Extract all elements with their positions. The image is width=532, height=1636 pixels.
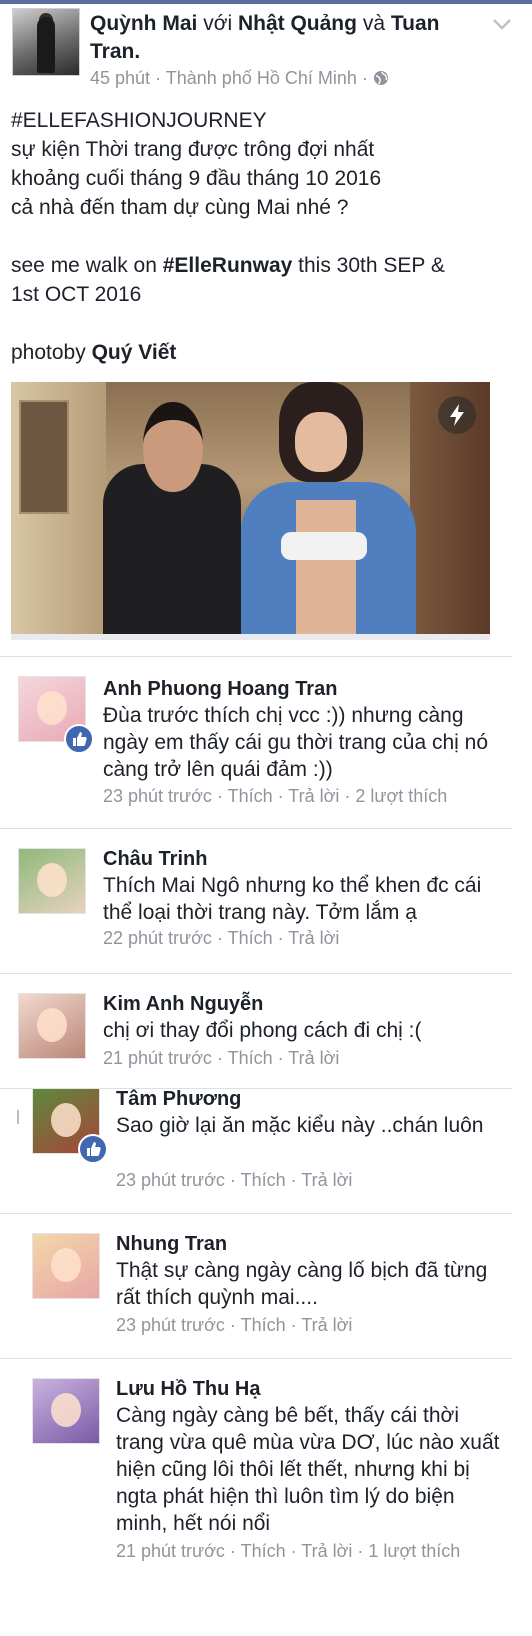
post-meta: 45 phút · Thành phố Hồ Chí Minh · <box>90 68 389 89</box>
scroll-marker <box>17 1110 19 1124</box>
runway-line-2: 1st OCT 2016 <box>11 283 142 306</box>
photo-credit-line: photoby Quý Viết <box>11 341 177 364</box>
meta-dot: · <box>211 928 228 948</box>
runway-line: see me walk on #ElleRunway this 30th SEP… <box>11 254 445 277</box>
meta-dot: · <box>211 1048 228 1068</box>
author-line: Quỳnh Mai với Nhật Quảng và Tuan Tran. <box>90 10 480 66</box>
meta-dot: · <box>285 1315 302 1335</box>
comment-meta: 23 phút trước · Thích · Trả lời <box>116 1170 352 1191</box>
top-border <box>0 0 532 4</box>
post-time[interactable]: 45 phút <box>90 68 150 88</box>
meta-dot: · <box>224 1541 241 1561</box>
like-count[interactable]: 1 lượt thích <box>368 1541 460 1561</box>
like-count[interactable]: 2 lượt thích <box>355 786 447 806</box>
comment-meta: 23 phút trước · Thích · Trả lời · 2 lượt… <box>103 786 447 807</box>
reply-link[interactable]: Trả lời <box>288 928 339 948</box>
divider <box>0 1358 512 1359</box>
comment-text: Đùa trước thích chị vcc :)) nhưng càng n… <box>103 704 488 781</box>
commenter-avatar[interactable] <box>32 1233 100 1299</box>
meta-dot: · <box>285 1170 302 1190</box>
divider <box>0 973 512 974</box>
and-word: và <box>362 12 385 35</box>
lightning-icon[interactable] <box>438 396 476 434</box>
comment-text: Thích Mai Ngô nhưng ko thể khen đc cái t… <box>103 874 482 924</box>
photo-credit[interactable]: Quý Viết <box>92 341 177 364</box>
photo-footer <box>11 634 490 640</box>
meta-dot: · <box>211 786 228 806</box>
globe-icon <box>373 68 389 88</box>
comment-meta: 21 phút trước · Thích · Trả lời <box>103 1048 339 1069</box>
meta-dot: · <box>352 1541 369 1561</box>
comment-time[interactable]: 23 phút trước <box>116 1315 225 1335</box>
comment-time[interactable]: 21 phút trước <box>116 1541 225 1561</box>
reply-link[interactable]: Trả lời <box>288 786 339 806</box>
commenter-name[interactable]: Anh Phuong Hoang Tran <box>103 676 337 702</box>
meta-dot: · <box>224 1315 241 1335</box>
commenter-avatar[interactable] <box>18 993 86 1059</box>
hashtag-line[interactable]: #ELLEFASHIONJOURNEY <box>11 106 511 135</box>
comment-time[interactable]: 21 phút trước <box>103 1048 212 1068</box>
post-line: sự kiện Thời trang được trông đợi nhất <box>11 138 375 161</box>
reply-link[interactable]: Trả lời <box>301 1170 352 1190</box>
like-link[interactable]: Thích <box>241 1541 286 1561</box>
commenter-name[interactable]: Kim Anh Nguyễn <box>103 991 263 1017</box>
commenter-avatar[interactable] <box>18 848 86 914</box>
divider <box>0 656 512 657</box>
comment-meta: 21 phút trước · Thích · Trả lời · 1 lượt… <box>116 1541 460 1562</box>
divider <box>0 1213 512 1214</box>
commenter-name[interactable]: Châu Trinh <box>103 846 207 872</box>
meta-dot: · <box>272 786 289 806</box>
commenter-name[interactable]: Tâm Phương <box>116 1086 241 1112</box>
post-body: #ELLEFASHIONJOURNEY sự kiện Thời trang đ… <box>11 106 511 367</box>
thumbs-up-icon <box>64 724 94 754</box>
meta-dot: · <box>272 1048 289 1068</box>
divider <box>0 828 512 829</box>
post-line: cả nhà đến tham dự cùng Mai nhé ? <box>11 196 349 219</box>
post-line: khoảng cuối tháng 9 đầu tháng 10 2016 <box>11 167 382 190</box>
comment-meta: 22 phút trước · Thích · Trả lời <box>103 928 339 949</box>
reply-link[interactable]: Trả lời <box>301 1541 352 1561</box>
post-photo[interactable] <box>11 382 490 634</box>
comment-time[interactable]: 22 phút trước <box>103 928 212 948</box>
like-link[interactable]: Thích <box>228 1048 273 1068</box>
like-link[interactable]: Thích <box>228 928 273 948</box>
comment-time[interactable]: 23 phút trước <box>116 1170 225 1190</box>
reply-link[interactable]: Trả lời <box>301 1315 352 1335</box>
with-word: với <box>203 12 233 35</box>
commenter-avatar[interactable] <box>32 1378 100 1444</box>
comment-text: Sao giờ lại ăn mặc kiểu này ..chán luôn <box>116 1114 484 1137</box>
meta-dot: · <box>272 928 289 948</box>
comment-text: Thật sự càng ngày càng lố bịch đã từng r… <box>116 1259 488 1309</box>
commenter-name[interactable]: Lưu Hồ Thu Hạ <box>116 1376 260 1402</box>
runway-hashtag[interactable]: #ElleRunway <box>163 254 293 277</box>
author-name[interactable]: Quỳnh Mai <box>90 12 197 35</box>
like-link[interactable]: Thích <box>228 786 273 806</box>
meta-dot: · <box>285 1541 302 1561</box>
tagged-user-1[interactable]: Nhật Quảng <box>238 12 357 35</box>
meta-dot: · <box>224 1170 241 1190</box>
author-avatar[interactable] <box>12 8 80 76</box>
commenter-name[interactable]: Nhung Tran <box>116 1231 227 1257</box>
meta-dot: · <box>339 786 356 806</box>
comment-meta: 23 phút trước · Thích · Trả lời <box>116 1315 352 1336</box>
like-link[interactable]: Thích <box>241 1315 286 1335</box>
chevron-down-icon[interactable] <box>490 12 514 36</box>
post-location[interactable]: Thành phố Hồ Chí Minh <box>166 68 357 88</box>
comment-text: chị ơi thay đổi phong cách đi chị :( <box>103 1019 422 1042</box>
comment-text: Càng ngày càng bê bết, thấy cái thời tra… <box>116 1404 500 1535</box>
reply-link[interactable]: Trả lời <box>288 1048 339 1068</box>
post-header: Quỳnh Mai với Nhật Quảng và Tuan Tran. 4… <box>10 6 522 92</box>
like-link[interactable]: Thích <box>241 1170 286 1190</box>
comment-time[interactable]: 23 phút trước <box>103 786 212 806</box>
thumbs-up-icon <box>78 1134 108 1164</box>
